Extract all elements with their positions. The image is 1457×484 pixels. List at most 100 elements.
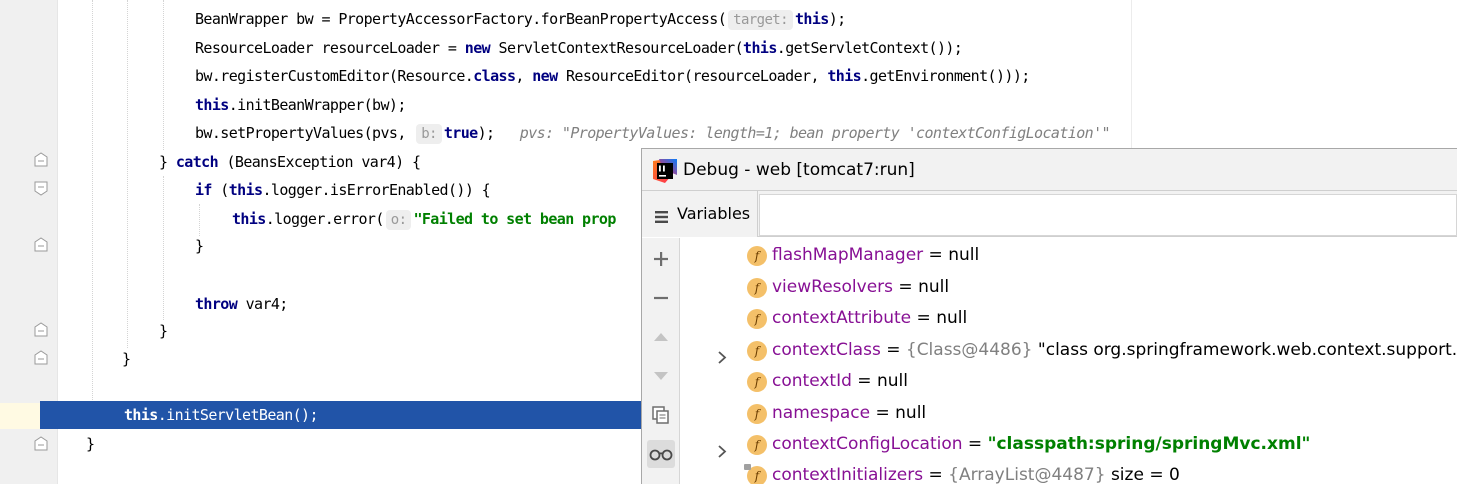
intellij-app-icon: [653, 159, 677, 183]
code-text: .initBeanWrapper(bw);: [228, 96, 407, 114]
fold-marker-icon[interactable]: [34, 237, 48, 252]
code-text: }: [122, 350, 131, 368]
indent-guide: [163, 0, 164, 150]
keyword: new: [532, 67, 558, 85]
variable-equals: =: [962, 434, 988, 454]
code-line[interactable]: if (this.logger.isErrorEnabled()) {: [195, 176, 491, 204]
code-line[interactable]: }: [122, 345, 131, 373]
code-text: (: [211, 181, 229, 199]
variables-toolbar: [642, 238, 680, 484]
debug-window-title: Debug - web [tomcat7:run]: [683, 160, 915, 180]
field-icon: f: [747, 278, 767, 298]
variable-value: null: [948, 245, 980, 265]
keyword: true: [443, 124, 478, 142]
debug-title-bar[interactable]: Debug - web [tomcat7:run]: [642, 149, 1457, 191]
code-line-execution-point[interactable]: this.initServletBean();: [124, 401, 319, 429]
variable-row[interactable]: f contextClass = {Class@4486} "class org…: [681, 335, 1457, 366]
variable-row[interactable]: f contextConfigLocation = "classpath:spr…: [681, 429, 1457, 460]
code-text: var4;: [237, 295, 289, 313]
expand-arrow-icon[interactable]: [716, 344, 728, 364]
variable-row[interactable]: f flashMapManager = null: [681, 240, 1457, 271]
variable-name: contextAttribute: [772, 308, 912, 328]
code-text: (BeansException var4) {: [218, 153, 421, 171]
tab-variables-label: Variables: [677, 204, 751, 223]
code-text: }: [159, 322, 168, 340]
code-line[interactable]: }: [195, 232, 204, 260]
variable-value: "class org.springframework.web.context.s…: [1032, 340, 1457, 360]
code-text: ServletContextResourceLoader(: [490, 39, 744, 57]
code-text: );: [477, 124, 495, 142]
code-line[interactable]: this.initBeanWrapper(bw);: [195, 91, 406, 119]
move-watch-up-button[interactable]: [647, 323, 675, 351]
field-icon: f: [747, 372, 767, 392]
code-text: }: [195, 237, 204, 255]
variable-row[interactable]: f namespace = null: [681, 398, 1457, 429]
variables-list-icon: [655, 208, 668, 223]
code-line[interactable]: } catch (BeansException var4) {: [159, 148, 421, 176]
duplicate-watch-button[interactable]: [647, 401, 675, 429]
code-text: .getEnvironment()));: [861, 67, 1030, 85]
indent-guide: [163, 176, 164, 320]
variable-equals: =: [851, 371, 877, 391]
code-line[interactable]: this.logger.error(o: "Failed to set bean …: [232, 205, 616, 233]
fold-marker-icon[interactable]: [34, 322, 48, 337]
variable-row[interactable]: f viewResolvers = null: [681, 272, 1457, 303]
code-text: );: [828, 10, 846, 28]
code-text: bw.setPropertyValues(pvs,: [195, 124, 415, 142]
tab-bar-empty-area: [759, 194, 1457, 236]
parameter-hint: b:: [416, 124, 442, 144]
variable-object-ref: {Class@4486}: [905, 340, 1033, 360]
keyword: class: [473, 67, 516, 85]
code-line[interactable]: }: [159, 317, 168, 345]
code-text: .initServletBean();: [157, 406, 319, 424]
variable-equals: =: [923, 245, 949, 265]
debug-tab-bar: Variables: [642, 191, 1457, 237]
variable-row[interactable]: f contextInitializers = {ArrayList@4487}…: [681, 460, 1457, 484]
new-watch-button[interactable]: [647, 245, 675, 273]
variable-value: null: [895, 403, 927, 423]
remove-watch-button[interactable]: [647, 284, 675, 312]
variable-name: flashMapManager: [772, 245, 924, 265]
variable-row[interactable]: f contextAttribute = null: [681, 303, 1457, 334]
move-watch-down-button[interactable]: [647, 362, 675, 390]
variable-equals: =: [923, 465, 949, 484]
code-line[interactable]: bw.setPropertyValues(pvs, b: true); pvs: …: [195, 119, 1111, 147]
code-line[interactable]: ResourceLoader resourceLoader = new Serv…: [195, 34, 963, 62]
keyword: this: [794, 10, 829, 28]
parameter-hint: target:: [728, 10, 793, 30]
code-text: }: [86, 435, 95, 453]
code-line[interactable]: throw var4;: [195, 290, 288, 318]
code-line[interactable]: }: [86, 430, 95, 458]
variable-row[interactable]: f contextId = null: [681, 366, 1457, 397]
expand-arrow-icon[interactable]: [716, 438, 728, 458]
code-text: .logger.error(: [265, 210, 385, 228]
variable-equals: =: [893, 277, 919, 297]
keyword: this: [195, 96, 229, 114]
show-watches-toggle[interactable]: [647, 440, 675, 468]
field-icon: f: [747, 246, 767, 266]
variable-value: "classpath:spring/springMvc.xml": [987, 434, 1311, 454]
fold-marker-icon[interactable]: [34, 181, 48, 196]
glasses-icon: [649, 447, 673, 461]
variables-tree[interactable]: f flashMapManager = null f viewResolvers…: [681, 238, 1457, 484]
fold-marker-icon[interactable]: [34, 350, 48, 365]
keyword: this: [228, 181, 263, 199]
code-line[interactable]: bw.registerCustomEditor(Resource.class, …: [195, 62, 1030, 90]
variable-name: viewResolvers: [772, 277, 894, 297]
field-icon: f: [747, 309, 767, 329]
keyword: if: [195, 181, 212, 199]
keyword: this: [827, 67, 862, 85]
indent-guide: [127, 0, 128, 348]
code-text: bw.registerCustomEditor(Resource.: [195, 67, 474, 85]
tab-variables[interactable]: Variables: [642, 191, 758, 237]
debug-tool-window[interactable]: Debug - web [tomcat7:run] Variables f fl…: [641, 148, 1457, 484]
field-icon: f: [744, 464, 767, 484]
fold-marker-icon[interactable]: [34, 152, 48, 167]
code-text: ,: [515, 67, 533, 85]
fold-marker-icon[interactable]: [34, 436, 48, 451]
code-line[interactable]: BeanWrapper bw = PropertyAccessorFactory…: [195, 5, 846, 33]
keyword: new: [464, 39, 491, 57]
inline-debug-value: pvs: "PropertyValues: length=1; bean pro…: [519, 124, 1111, 142]
code-text: }: [159, 153, 176, 171]
keyword: this: [743, 39, 777, 57]
